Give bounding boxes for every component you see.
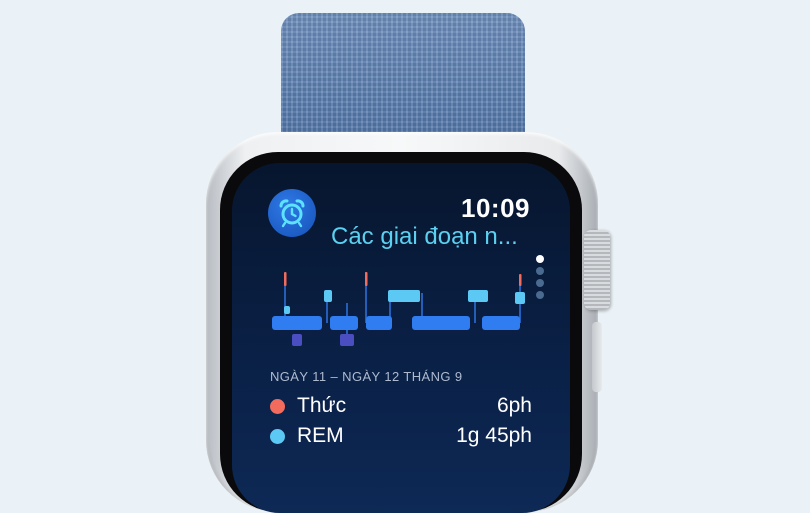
deep-segments <box>292 334 354 346</box>
stage-label: REM <box>297 424 344 447</box>
app-title[interactable]: Các giai đoạn n... <box>331 223 518 251</box>
stage-value: 6ph <box>496 394 532 417</box>
stage-value: 1g 45ph <box>456 424 532 447</box>
rem-segments <box>284 290 525 314</box>
digital-crown[interactable] <box>584 230 610 310</box>
stage-row-awake[interactable]: Thức 6ph <box>270 391 532 421</box>
awake-color-dot <box>270 398 285 414</box>
awake-segments <box>284 272 522 286</box>
sleep-stages-chart[interactable] <box>272 268 532 363</box>
watch-screen: 10:09 Các giai đoạn n... NGÀY 11 – NGÀY … <box>232 163 570 513</box>
stage-row-rem[interactable]: REM 1g 45ph <box>270 421 532 451</box>
page-dot-4 <box>536 291 544 299</box>
alarm-clock-icon[interactable] <box>268 189 316 237</box>
page-dot-3 <box>536 279 544 287</box>
page-indicator <box>536 255 544 303</box>
stage-label: Thức <box>297 394 347 417</box>
page-dot-1 <box>536 255 544 263</box>
page-dot-2 <box>536 267 544 275</box>
watch-time: 10:09 <box>461 193 530 223</box>
date-range: NGÀY 11 – NGÀY 12 THÁNG 9 <box>270 369 463 384</box>
core-segments <box>272 316 520 330</box>
side-button[interactable] <box>592 322 602 392</box>
rem-color-dot <box>270 428 285 444</box>
